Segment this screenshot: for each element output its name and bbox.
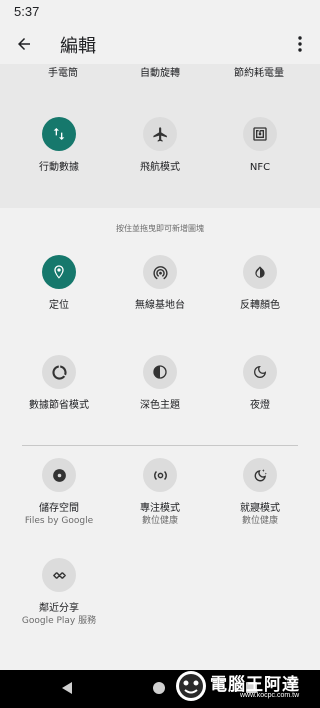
back-button[interactable]	[10, 30, 38, 58]
tile-label-flashlight[interactable]: 手電筒	[10, 64, 116, 79]
nav-home-icon[interactable]	[153, 682, 165, 694]
tile-label: 飛航模式	[140, 162, 180, 173]
tile-label: 夜燈	[250, 400, 270, 411]
tile-sublabel: Files by Google	[24, 516, 94, 526]
tile-editor: 手電筒 自動旋轉 節約耗電量 行動數據 飛航模式 NFC 按住並拖曳即可新增圖塊…	[0, 64, 320, 670]
arrow-back-icon	[18, 38, 30, 50]
tile-label: 鄰近分享	[39, 603, 79, 614]
tile-hotspot-circle	[143, 255, 177, 289]
status-time: 5:37	[14, 4, 40, 19]
nav-back-icon[interactable]	[62, 682, 72, 694]
watermark-url: www.kocpc.com.tw	[240, 692, 300, 699]
watermark: 電腦王阿達 www.kocpc.com.tw	[170, 666, 318, 706]
tile-focus-mode-circle	[143, 458, 177, 492]
tile-nearby-share[interactable]: 鄰近分享 Google Play 服務	[6, 558, 112, 627]
tile-label: 無線基地台	[135, 300, 185, 311]
tile-invert-colors-circle	[243, 255, 277, 289]
tile-label: NFC	[249, 162, 271, 173]
more-vert-icon	[298, 36, 302, 52]
tile-nearby-share-circle	[42, 558, 76, 592]
hotspot-icon	[152, 265, 168, 279]
location-icon	[54, 265, 64, 279]
tile-airplane-mode[interactable]: 飛航模式	[107, 117, 213, 174]
status-bar: 5:37	[0, 0, 320, 24]
tile-label-battery-saver[interactable]: 節約耗電量	[206, 64, 312, 79]
focus-mode-icon	[153, 470, 167, 480]
active-tiles-section: 手電筒 自動旋轉 節約耗電量 行動數據 飛航模式 NFC	[0, 64, 320, 208]
tile-nfc-circle	[243, 117, 277, 151]
tile-label: 深色主題	[140, 400, 180, 411]
app-bar: 編輯	[0, 24, 320, 64]
tile-airplane-mode-circle	[143, 117, 177, 151]
tile-night-light-circle	[243, 355, 277, 389]
tile-night-light[interactable]: 夜燈	[207, 355, 313, 412]
bedtime-icon	[254, 468, 267, 481]
tile-mobile-data-circle	[42, 117, 76, 151]
tile-label: 專注模式	[140, 503, 180, 514]
watermark-mascot-icon	[176, 671, 206, 701]
section-divider	[22, 445, 298, 446]
tile-dark-theme-circle	[143, 355, 177, 389]
screen: 5:37 編輯 手電筒 自動旋轉 節約耗電量 行動數據 飛航模式 NFC 按住並…	[0, 0, 320, 708]
tile-mobile-data[interactable]: 行動數據	[6, 117, 112, 174]
nearby-share-icon	[52, 571, 66, 579]
tile-location[interactable]: 定位	[6, 255, 112, 312]
dark-theme-icon	[153, 365, 167, 379]
tile-hotspot[interactable]: 無線基地台	[107, 255, 213, 312]
tile-bedtime-mode[interactable]: 就寢模式 數位健康	[207, 458, 313, 527]
tile-data-saver[interactable]: 數據節省模式	[6, 355, 112, 412]
airplane-icon	[152, 126, 167, 142]
tile-storage[interactable]: 儲存空間 Files by Google	[6, 458, 112, 527]
invert-colors-icon	[255, 266, 265, 278]
night-light-icon	[254, 366, 266, 378]
tile-label: 反轉顏色	[240, 300, 280, 311]
tile-dark-theme[interactable]: 深色主題	[107, 355, 213, 412]
tile-label: 定位	[49, 300, 69, 311]
tile-data-saver-circle	[42, 355, 76, 389]
tile-sublabel: 數位健康	[141, 516, 178, 526]
tile-storage-circle	[42, 458, 76, 492]
tile-label: 儲存空間	[39, 503, 79, 514]
tile-invert-colors[interactable]: 反轉顏色	[207, 255, 313, 312]
page-title: 編輯	[60, 36, 96, 57]
tile-label-auto-rotate[interactable]: 自動旋轉	[107, 64, 213, 79]
swap-vertical-icon	[53, 128, 65, 140]
data-saver-icon	[51, 364, 67, 380]
tile-sublabel: Google Play 服務	[21, 616, 97, 626]
tile-bedtime-mode-circle	[243, 458, 277, 492]
tile-label: 行動數據	[39, 162, 79, 173]
tile-sublabel: 數位健康	[241, 516, 278, 526]
drag-hint: 按住並拖曳即可新增圖塊	[116, 224, 204, 233]
tile-focus-mode[interactable]: 專注模式 數位健康	[107, 458, 213, 527]
nfc-icon	[253, 127, 267, 141]
tile-nfc[interactable]: NFC	[207, 117, 313, 174]
storage-icon	[52, 468, 66, 482]
more-options-button[interactable]	[292, 32, 308, 56]
tile-location-circle	[42, 255, 76, 289]
tile-label: 數據節省模式	[29, 400, 89, 411]
tile-label: 就寢模式	[240, 503, 280, 514]
